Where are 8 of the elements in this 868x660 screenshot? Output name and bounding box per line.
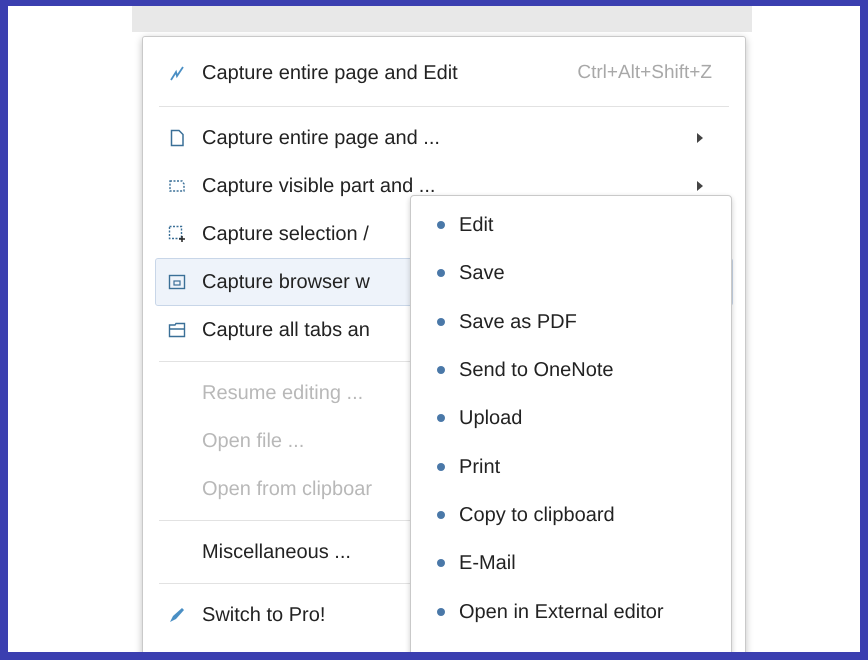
menu-item-label: Capture entire page and Edit [202,61,458,86]
menu-item-label: Capture entire page and ... [202,126,440,151]
menu-item-label: Switch to Pro! [202,603,326,628]
menu-item-label: Capture all tabs an [202,318,370,343]
shortcut-label: Ctrl+Alt+Shift+Z [577,60,712,85]
menu-item-label: Capture browser w [202,270,370,295]
menu-item-label: Capture selection / [202,222,369,247]
menu-item-label: Capture visible part and ... [202,174,436,199]
